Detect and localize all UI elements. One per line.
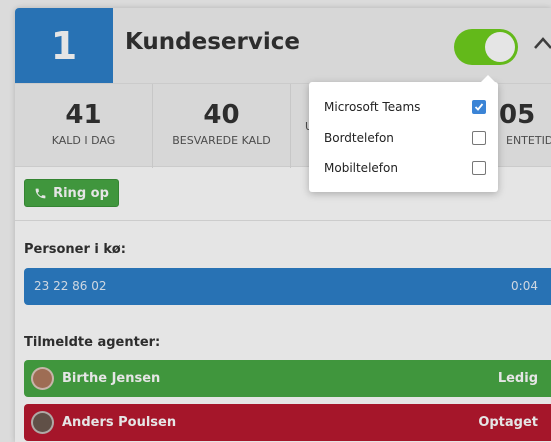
caller-number: 23 22 86 02 <box>34 279 107 293</box>
call-button[interactable]: Ring op <box>24 179 119 207</box>
dropdown-caret <box>480 75 496 83</box>
stat-label: BESVAREDE KALD <box>172 134 271 147</box>
avatar <box>31 411 54 434</box>
check-icon <box>474 103 484 111</box>
agent-row[interactable]: Birthe Jensen Ledig <box>24 360 551 397</box>
device-option-mobile[interactable]: Mobiltelefon <box>309 153 498 183</box>
device-option-desk-phone[interactable]: Bordtelefon <box>309 123 498 153</box>
queue-card: 1 Kundeservice 41 KALD I DAG 40 BESVARED… <box>15 8 551 442</box>
device-menu: Microsoft Teams Bordtelefon Mobiltelefon <box>309 75 498 192</box>
device-option-teams[interactable]: Microsoft Teams <box>309 92 498 122</box>
section-divider <box>15 220 551 221</box>
device-checkbox-mobile[interactable] <box>472 161 486 175</box>
agent-name: Birthe Jensen <box>62 371 161 386</box>
phone-icon <box>35 188 46 198</box>
agent-row[interactable]: Anders Poulsen Optaget <box>24 404 551 441</box>
stat-calls-today: 41 KALD I DAG <box>15 84 153 168</box>
device-option-label: Microsoft Teams <box>324 100 421 114</box>
stat-label: ENTETID <box>506 134 551 147</box>
chevron-up-icon[interactable] <box>533 36 551 50</box>
agents-label: Tilmeldte agenter: <box>24 335 161 350</box>
agent-name: Anders Poulsen <box>62 415 177 430</box>
toggle-knob <box>485 32 515 62</box>
device-checkbox-desk-phone[interactable] <box>472 131 486 145</box>
call-button-label: Ring op <box>53 185 109 201</box>
queue-list-label: Personer i kø: <box>24 242 126 257</box>
agent-status: Optaget <box>478 415 538 430</box>
queue-header: 1 Kundeservice <box>15 8 551 83</box>
device-option-label: Bordtelefon <box>324 131 394 145</box>
caller-row[interactable]: 23 22 86 02 0:04 <box>24 268 551 305</box>
device-checkbox-teams[interactable] <box>472 100 486 114</box>
queue-title: Kundeservice <box>125 29 300 55</box>
stat-value: 05 <box>499 100 536 130</box>
stat-value: 41 <box>65 100 102 130</box>
caller-wait-time: 0:04 <box>511 279 538 293</box>
agent-status: Ledig <box>497 371 538 386</box>
avatar <box>31 367 54 390</box>
device-option-label: Mobiltelefon <box>324 161 398 175</box>
stat-value: 40 <box>203 100 240 130</box>
stat-answered-calls: 40 BESVAREDE KALD <box>153 84 291 168</box>
stat-label: KALD I DAG <box>51 134 116 147</box>
queue-toggle[interactable] <box>454 29 518 65</box>
queue-number: 1 <box>15 8 113 83</box>
